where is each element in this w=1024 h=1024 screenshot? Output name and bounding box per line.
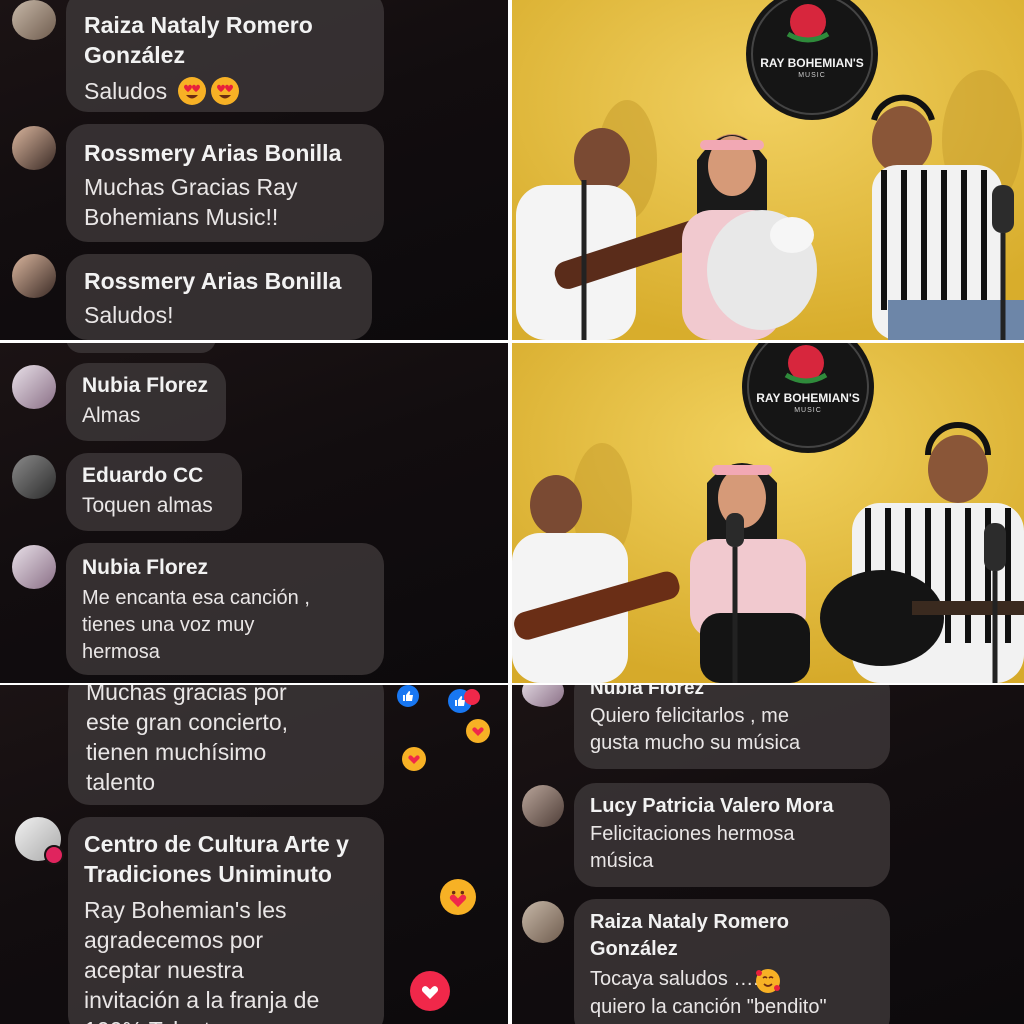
user-avatar[interactable] [522, 685, 564, 707]
brand-logo-subtext: MUSIC [794, 407, 822, 414]
comment-text: Muchas Gracias Ray Bohemians Music!! [84, 174, 298, 230]
comment-text: Tocaya saludos …... quiero la canción "b… [590, 968, 827, 1018]
comment-author: Raiza Nataly Romero González [84, 12, 313, 68]
comment-bubble[interactable]: Rossmery Arias Bonilla Muchas Gracias Ra… [66, 124, 384, 242]
comment-author: Eduardo CC [82, 464, 204, 487]
comment-text: Muchas gracias por este gran concierto, … [86, 685, 289, 795]
brand-logo-text: RAY BOHEMIAN'S [760, 56, 864, 70]
love-reaction-icon [464, 689, 480, 705]
user-avatar[interactable] [12, 455, 56, 499]
comment-text: Almas [82, 404, 141, 427]
comment-text: Quiero felicitarlos , me gusta mucho su … [590, 705, 801, 754]
user-avatar[interactable] [12, 365, 56, 409]
user-avatar[interactable] [12, 0, 56, 40]
comment-text: Saludos! [84, 302, 174, 328]
user-avatar[interactable] [12, 254, 56, 298]
comment-text: Me encanta esa canción , tienes una voz … [82, 587, 310, 663]
comment-author: Rossmery Arias Bonilla [84, 268, 342, 294]
user-avatar[interactable] [12, 545, 56, 589]
comments-panel-3: Nubia Florez Almas Eduardo CC Toquen alm… [0, 343, 508, 683]
user-avatar[interactable] [522, 785, 564, 827]
comment-text: Saludos [84, 77, 168, 104]
care-reaction-icon [466, 719, 490, 743]
comment-text: Felicitaciones hermosa música [590, 823, 795, 872]
notification-badge-icon [44, 845, 64, 865]
hearts-face-emoji-icon [755, 968, 781, 999]
comment-bubble[interactable]: Raiza Nataly Romero González Tocaya salu… [574, 899, 890, 1024]
comment-bubble[interactable]: Rossmery Arias Bonilla Saludos! [66, 254, 372, 340]
heart-eyes-emoji-icon [177, 76, 240, 106]
comment-bubble[interactable]: Muchas gracias por este gran concierto, … [68, 685, 384, 805]
comment-author: Raiza Nataly Romero González [590, 911, 789, 960]
brand-logo-text: RAY BOHEMIAN'S [756, 391, 860, 405]
love-reaction-icon [410, 971, 450, 1011]
comment-author: Rossmery Arias Bonilla [84, 140, 342, 166]
comment-author: Lucy Patricia Valero Mora [590, 795, 834, 817]
user-avatar[interactable] [12, 126, 56, 170]
comment-bubble[interactable]: Nubia Florez Me encanta esa canción , ti… [66, 543, 384, 675]
comment-author: Nubia Florez [82, 374, 209, 397]
care-reaction-icon [402, 747, 426, 771]
video-scene [512, 0, 1024, 340]
brand-logo-subtext: MUSIC [798, 72, 826, 79]
comment-bubble[interactable]: Lucy Patricia Valero Mora Felicitaciones… [574, 783, 890, 887]
comment-author: Centro de Cultura Arte y Tradiciones Uni… [84, 831, 349, 887]
comments-panel-6: Nubia Florez Quiero felicitarlos , me gu… [512, 685, 1024, 1024]
comment-text: Ray Bohemian's les agradecemos por acept… [84, 897, 320, 1024]
comment-author: Nubia Florez [590, 685, 705, 699]
comments-panel-5: Muchas gracias por este gran concierto, … [0, 685, 508, 1024]
comment-bubble[interactable]: Eduardo CC Toquen almas [66, 453, 242, 531]
live-video-frame-1[interactable]: RAY BOHEMIAN'S MUSIC [512, 0, 1024, 340]
comment-bubble[interactable]: Nubia Florez Quiero felicitarlos , me gu… [574, 685, 890, 769]
comment-bubble-partial [66, 343, 216, 353]
comment-author: Nubia Florez [82, 556, 209, 579]
comment-text-row: Saludos [84, 76, 366, 106]
like-reaction-icon [397, 685, 419, 707]
comment-bubble[interactable]: Nubia Florez Almas [66, 363, 226, 441]
comment-text: Toquen almas [82, 494, 213, 517]
comment-bubble[interactable]: Centro de Cultura Arte y Tradiciones Uni… [68, 817, 384, 1024]
user-avatar[interactable] [522, 901, 564, 943]
comment-bubble[interactable]: Raiza Nataly Romero González Saludos [66, 0, 384, 112]
comments-panel-1: Raiza Nataly Romero González Saludos Ros… [0, 0, 508, 340]
live-video-frame-2[interactable]: RAY BOHEMIAN'S MUSIC [512, 343, 1024, 683]
care-reaction-icon [440, 879, 476, 915]
